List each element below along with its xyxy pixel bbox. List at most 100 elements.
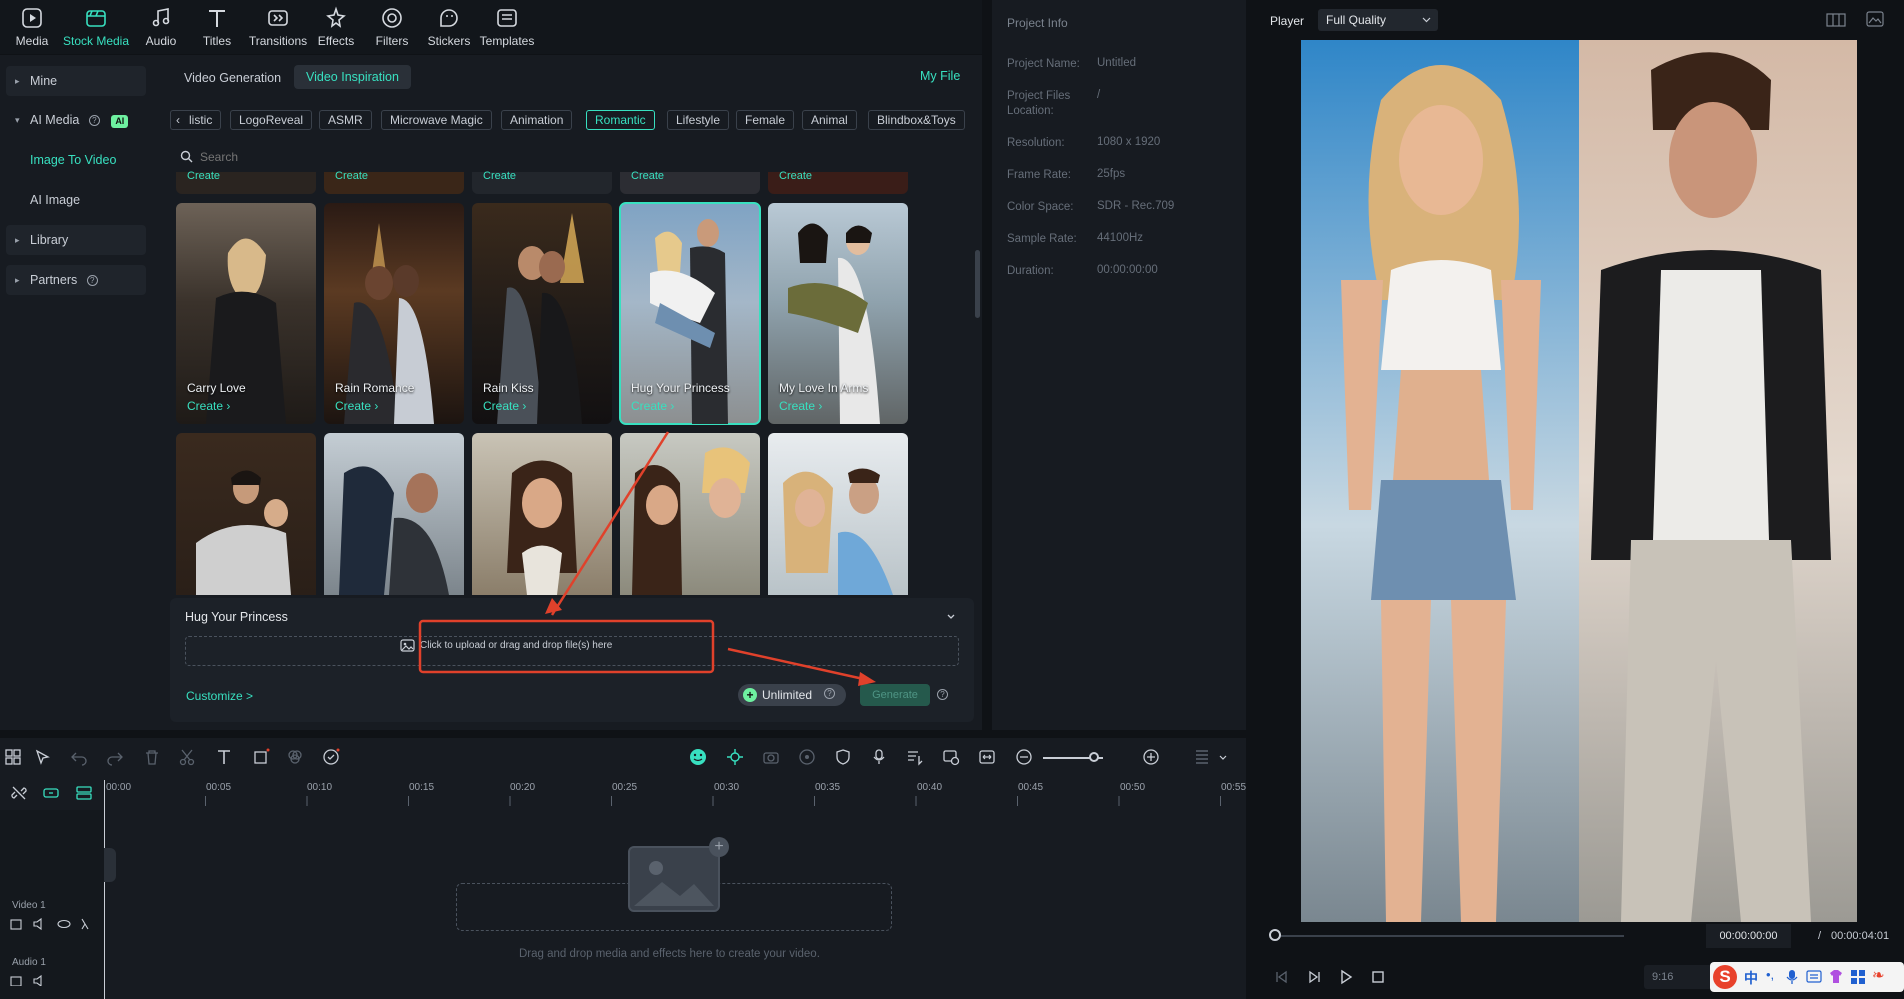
chevron-left-icon[interactable]: ‹ [176, 111, 180, 129]
subtitle-icon[interactable] [906, 748, 924, 766]
create-link[interactable]: Create › [335, 399, 378, 413]
toolbox-icon[interactable] [1850, 969, 1866, 985]
snapshot-icon[interactable] [942, 748, 960, 766]
toolbar-templates[interactable]: Templates [472, 6, 542, 48]
toolbar-media[interactable]: Media [0, 6, 67, 48]
redo-icon[interactable] [106, 748, 124, 766]
toolbar-titles[interactable]: Titles [182, 6, 252, 48]
unlink-icon[interactable] [10, 784, 28, 802]
content-scrollbar[interactable] [975, 250, 980, 318]
track-manager-icon[interactable] [75, 784, 93, 802]
timeline-playhead[interactable] [104, 780, 105, 999]
template-card-my-love-in-arms[interactable]: My Love In Arms Create › [768, 203, 908, 424]
stop-icon[interactable] [1370, 969, 1386, 985]
panel-divider[interactable] [1246, 0, 1254, 999]
prev-frame-icon[interactable] [1274, 969, 1290, 985]
magnet-icon[interactable] [42, 784, 60, 802]
delete-icon[interactable] [143, 748, 161, 766]
search-bar[interactable] [180, 148, 960, 166]
playback-progress-track[interactable] [1274, 935, 1624, 937]
eye-icon[interactable] [57, 919, 71, 929]
camera-icon[interactable] [762, 748, 780, 766]
search-input[interactable] [200, 148, 800, 166]
chip-listic[interactable]: ‹ listic [170, 110, 222, 130]
next-frame-icon[interactable] [1306, 969, 1322, 985]
panel-divider[interactable] [984, 0, 992, 738]
more-icon[interactable]: ❧ [1872, 966, 1885, 984]
time-ruler[interactable]: 00:00 00:05 00:10 00:15 00:20 00:25 00:3… [104, 778, 1246, 808]
shield-icon[interactable] [834, 748, 852, 766]
keyboard-icon[interactable] [1806, 970, 1822, 983]
chip-blindbox-toys[interactable]: Blindbox&Toys [868, 110, 965, 130]
create-link[interactable]: Create [779, 170, 812, 182]
create-link[interactable]: Create [335, 170, 368, 182]
help-icon[interactable]: ? [88, 115, 100, 127]
crop-icon[interactable] [252, 748, 270, 766]
color-icon[interactable] [286, 748, 304, 766]
chip-female[interactable]: Female [736, 110, 795, 130]
chip-romantic[interactable]: Romantic [586, 110, 655, 130]
template-card-carry-love[interactable]: Carry Love Create › [176, 203, 316, 424]
zoom-in-icon[interactable] [1142, 748, 1160, 766]
speaker-icon[interactable] [33, 917, 42, 931]
text-tool-icon[interactable] [215, 748, 233, 766]
create-link[interactable]: Create › [779, 399, 822, 413]
microphone-icon[interactable] [870, 748, 888, 766]
create-link[interactable]: Create › [483, 399, 526, 413]
chip-logoreveal[interactable]: LogoReveal [230, 110, 313, 130]
aspect-ratio-select[interactable]: 9:16 [1644, 965, 1712, 989]
create-link[interactable]: Create › [631, 399, 674, 413]
track-collapse-handle[interactable] [104, 848, 116, 882]
nav-mine[interactable]: ▸ Mine [6, 66, 146, 96]
chip-asmr[interactable]: ASMR [319, 110, 372, 130]
playhead-handle[interactable] [1269, 929, 1281, 941]
undo-icon[interactable] [70, 748, 88, 766]
template-card-hug-your-princess[interactable]: Hug Your Princess Create › [619, 202, 761, 425]
face-icon[interactable] [689, 748, 707, 766]
stabilize-icon[interactable] [798, 748, 816, 766]
card-partial[interactable]: Create [472, 170, 612, 194]
chevron-down-icon[interactable] [1218, 748, 1228, 766]
ime-mode-icon[interactable]: 中 [1744, 968, 1758, 988]
skin-icon[interactable] [1828, 969, 1844, 984]
fit-icon[interactable] [978, 748, 996, 766]
card-partial[interactable]: Create [324, 170, 464, 194]
layout-icon[interactable] [4, 748, 22, 766]
create-link[interactable]: Create [187, 170, 220, 182]
my-file-link[interactable]: My File [920, 69, 960, 83]
ai-tool-icon[interactable] [322, 748, 340, 766]
select-tool-icon[interactable] [34, 748, 52, 766]
snapshot-icon[interactable] [1866, 11, 1884, 27]
tab-video-generation[interactable]: Video Generation [174, 67, 291, 89]
template-card-rain-romance[interactable]: Rain Romance Create › [324, 203, 464, 424]
chevron-down-icon[interactable] [946, 612, 956, 622]
more-options-icon[interactable] [1193, 748, 1211, 766]
zoom-out-icon[interactable] [1015, 748, 1033, 766]
sogou-logo-icon[interactable]: S [1713, 965, 1737, 989]
template-card[interactable] [176, 433, 316, 595]
nav-image-to-video[interactable]: Image To Video [30, 145, 170, 175]
speaker-icon[interactable] [33, 974, 42, 986]
create-link[interactable]: Create › [187, 399, 230, 413]
chip-animation[interactable]: Animation [501, 110, 573, 130]
nav-partners[interactable]: ▸ Partners ? [6, 265, 146, 295]
grid-view-icon[interactable] [1826, 12, 1846, 28]
current-time[interactable]: 00:00:00:00 [1706, 924, 1791, 948]
nav-library[interactable]: ▸ Library [6, 225, 146, 255]
folder-icon[interactable] [10, 919, 22, 930]
template-card-rain-kiss[interactable]: Rain Kiss Create › [472, 203, 612, 424]
nav-ai-image[interactable]: AI Image [30, 185, 170, 215]
quality-select[interactable]: Full Quality [1318, 9, 1438, 31]
create-link[interactable]: Create [631, 170, 664, 182]
chip-lifestyle[interactable]: Lifestyle [667, 110, 730, 130]
folder-icon[interactable] [10, 976, 22, 986]
customize-link[interactable]: Customize > [186, 689, 253, 703]
help-icon[interactable]: ? [937, 689, 948, 700]
help-icon[interactable]: ? [86, 275, 98, 287]
lock-icon[interactable] [81, 918, 89, 930]
create-link[interactable]: Create [483, 170, 516, 182]
card-partial[interactable]: Create [620, 170, 760, 194]
chip-microwave-magic[interactable]: Microwave Magic [381, 110, 492, 130]
split-icon[interactable] [178, 748, 196, 766]
card-partial[interactable]: Create [176, 170, 316, 194]
